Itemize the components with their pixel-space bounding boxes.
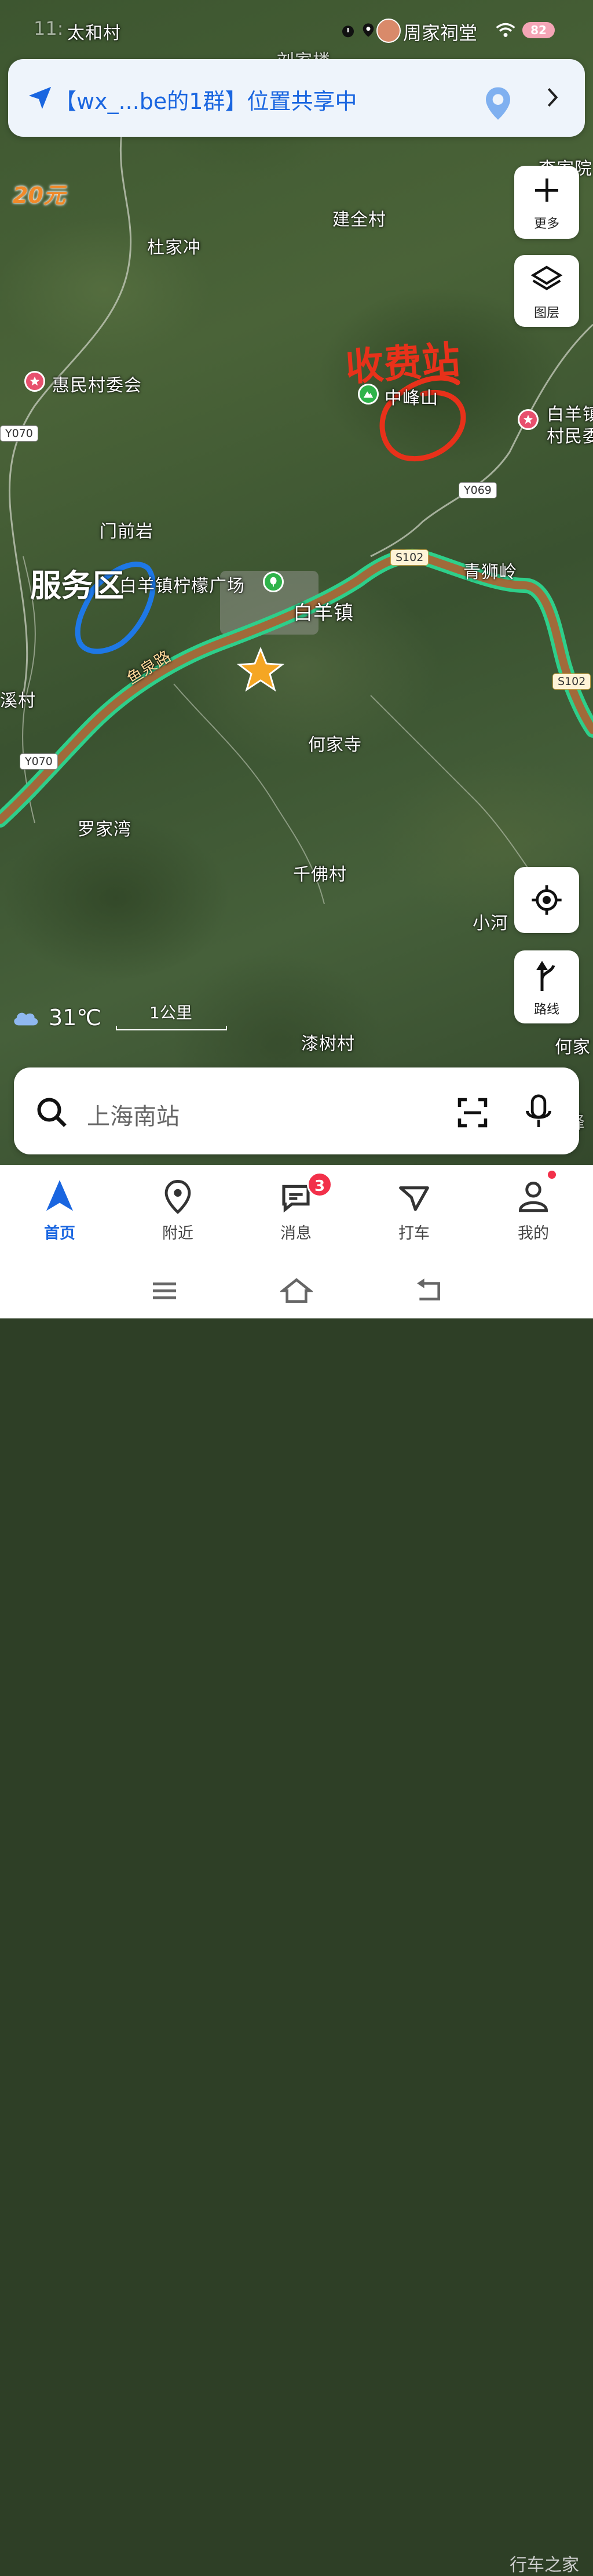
scale-bar [116,1026,227,1030]
location-share-text: 【wx_...be的1群】位置共享中 [54,89,357,114]
place-label: 白羊镇柠檬广场 [119,576,245,596]
price-tag[interactable]: 20元 [13,177,65,209]
microphone-icon[interactable] [524,1093,554,1131]
place-label: 溪村 [0,691,36,711]
layers-icon [530,265,563,290]
avatar [376,19,401,43]
home-arrow-icon [46,1180,74,1211]
scale-label: 1公里 [149,1003,192,1022]
status-bar: 11: 周家祠堂 82 [0,0,593,56]
system-navigation-bar: 行车之家 [0,1260,593,2575]
route-badge: Y070 [20,753,58,770]
minor-road [8,133,132,696]
notification-dot [548,1171,556,1179]
location-pin-icon [486,87,510,120]
place-label: 何家 [555,1037,591,1058]
favorite-star-marker[interactable] [236,646,285,692]
nav-item-nearby[interactable]: 附近 [129,1165,227,1260]
place-label: 青狮岭 [463,562,517,582]
more-button[interactable]: 更多 [514,166,579,239]
nav-label: 首页 [44,1225,75,1243]
minor-road [370,695,545,893]
nav-item-profile[interactable]: 我的 [484,1165,583,1260]
place-label: 小河 [473,913,508,934]
location-icon [363,23,374,37]
search-bar[interactable]: 上海南站 [14,1067,579,1154]
place-label: 何家寺 [308,735,362,755]
layers-label: 图层 [533,306,559,320]
place-label: 门前岩 [100,522,153,542]
message-count-badge: 3 [307,1172,332,1197]
place-label: 惠民村委会 [52,376,142,396]
plus-icon [535,178,558,202]
route-badge: S102 [390,549,429,566]
search-icon [37,1098,67,1127]
place-label: 罗家湾 [78,819,131,840]
nav-item-taxi[interactable]: 打车 [365,1165,463,1260]
nav-item-home[interactable]: 首页 [10,1165,109,1260]
weather-temperature[interactable]: 31℃ [49,1005,101,1030]
village-office-pin-icon[interactable] [518,409,539,430]
chevron-right-icon[interactable] [543,86,562,109]
place-label: 白羊镇 [293,602,354,625]
navigation-arrow-icon [28,86,52,110]
crosshair-icon [532,885,562,915]
wifi-icon [496,23,515,37]
route-button[interactable]: 路线 [514,950,579,1023]
battery-indicator: 82 [522,22,555,38]
nav-label: 附近 [162,1225,193,1243]
scan-icon[interactable] [455,1095,490,1130]
nav-label: 我的 [518,1225,549,1243]
place-label: 千佛村 [293,865,347,885]
toll-station-annotation: 收费站 [343,337,462,390]
location-share-banner[interactable]: 【wx_...be的1群】位置共享中 [8,59,585,137]
watermark: 行车之家 [510,2555,579,2575]
locate-me-button[interactable] [514,867,579,933]
route-fork-icon [536,961,555,991]
route-badge: S102 [552,673,591,690]
search-input[interactable]: 上海南站 [87,1098,180,1131]
place-label: 杜家冲 [147,238,201,258]
status-location-label: 周家祠堂 [403,22,478,44]
layers-button[interactable]: 图层 [514,255,579,327]
place-label: 建全村 [332,210,386,230]
location-pin-icon [164,1179,191,1214]
cloud-icon [14,1012,38,1026]
taxi-icon [399,1186,429,1211]
status-time: 11: [34,17,64,39]
home-icon[interactable] [280,1277,313,1305]
place-label: 漆树村 [301,1034,355,1054]
nav-item-messages[interactable]: 3 消息 [247,1165,345,1260]
back-icon[interactable] [415,1278,444,1303]
place-label: 村民委 [547,427,593,447]
route-badge: Y070 [0,425,38,442]
bottom-navigation: 首页 附近 3 消息 打车 我的 [0,1165,593,1260]
more-label: 更多 [533,217,559,231]
route-badge: Y069 [459,482,497,498]
route-label: 路线 [533,1003,559,1017]
map-view[interactable]: 太和村 刘家楼 李家院 建全村 杜家冲 惠民村委会 中峰山 白羊镇 村民委 门前… [0,0,593,1165]
park-pin-icon[interactable] [263,571,284,592]
service-area-annotation: 服务区 [30,567,124,604]
nav-label: 打车 [398,1225,430,1243]
menu-icon[interactable] [151,1279,178,1302]
alarm-icon [342,25,354,38]
nav-label: 消息 [280,1225,312,1243]
village-office-pin-icon[interactable] [24,371,45,392]
user-icon [519,1182,548,1212]
